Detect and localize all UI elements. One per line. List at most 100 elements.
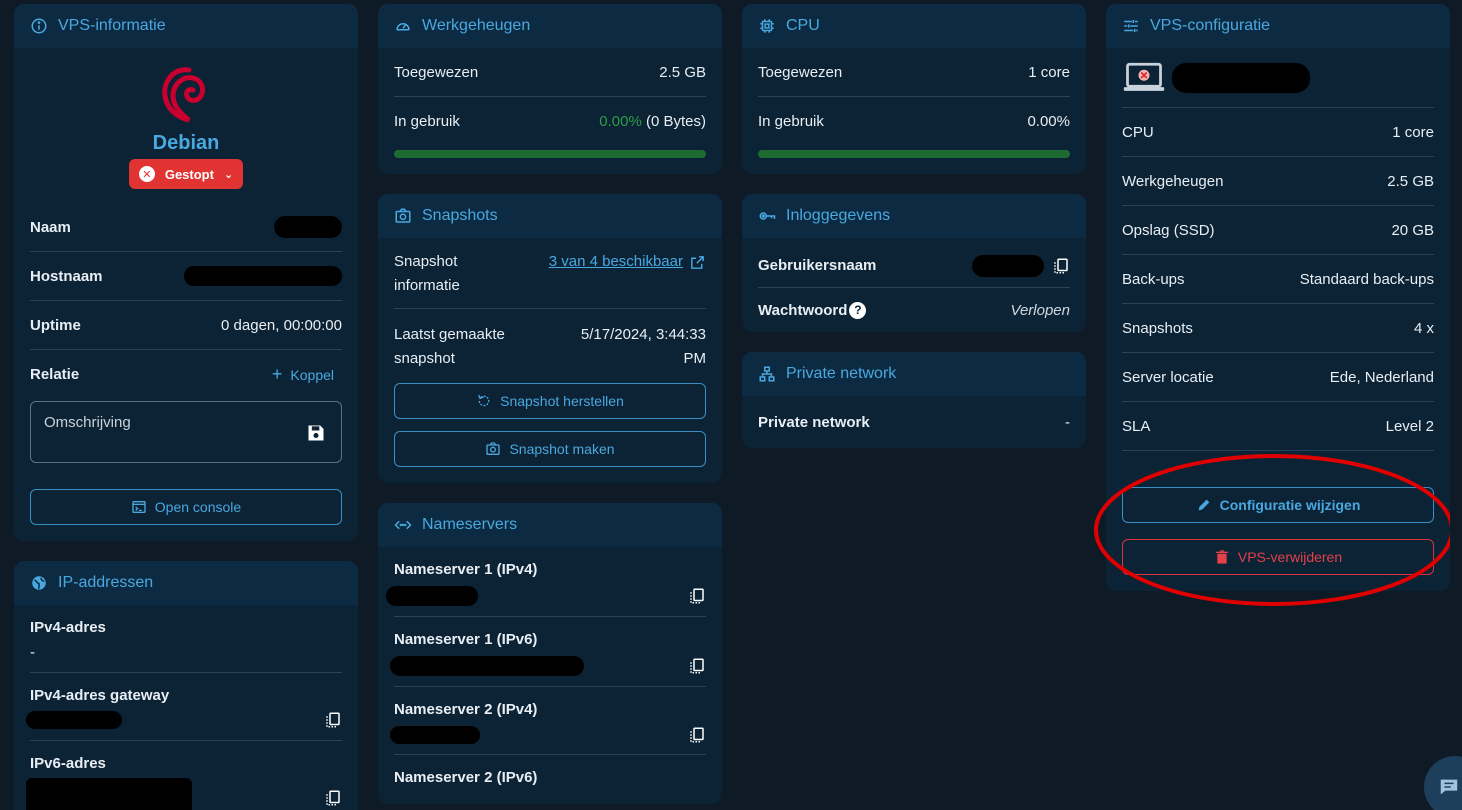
snapshot-make-label: Snapshot maken (509, 441, 615, 457)
memory-assigned-value: 2.5 GB (659, 63, 706, 81)
config-location-label: Server locatie (1122, 368, 1214, 386)
uptime-row: Uptime 0 dagen, 00:00:00 (30, 301, 342, 350)
cpu-title: CPU (786, 17, 820, 34)
config-storage-row: Opslag (SSD) 20 GB (1122, 206, 1434, 255)
ipv4-label: IPv4-adres (30, 619, 106, 636)
nameserver-redacted (390, 726, 480, 744)
memory-assigned-row: Toegewezen 2.5 GB (394, 48, 706, 97)
config-cpu-label: CPU (1122, 123, 1154, 141)
hostname-row: Hostnaam (30, 252, 342, 301)
memory-in-use-pct: 0.00% (599, 113, 642, 130)
snapshot-availability-link[interactable]: 3 van 4 beschikbaar (549, 250, 683, 274)
vps-name-redacted (1172, 62, 1310, 93)
link-relation-button[interactable]: + Koppel (272, 364, 342, 385)
chevron-down-icon: ⌄ (223, 168, 234, 181)
open-console-button[interactable]: Open console (30, 489, 342, 525)
copy-icon[interactable] (688, 587, 706, 605)
copy-icon[interactable] (1052, 257, 1070, 275)
nameserver-redacted (386, 586, 478, 606)
cpu-assigned-label: Toegewezen (758, 63, 843, 81)
config-memory-label: Werkgeheugen (1122, 172, 1224, 190)
ipv4-value: - (30, 643, 35, 661)
cpu-assigned-value: 1 core (1028, 63, 1070, 81)
private-network-header: Private network (742, 352, 1086, 396)
config-header: VPS-configuratie (1106, 4, 1450, 48)
nameserver-label: Nameserver 1 (IPv6) (394, 631, 538, 648)
config-snapshots-value: 4 x (1413, 319, 1434, 337)
config-snapshots-row: Snapshots 4 x (1122, 304, 1434, 353)
hostname-label: Hostnaam (30, 267, 103, 285)
copy-icon[interactable] (688, 657, 706, 675)
annotation-ellipse (1094, 454, 1450, 606)
vps-name-row (1122, 48, 1434, 108)
help-icon[interactable]: ? (849, 301, 867, 319)
nameserver-label: Nameserver 2 (IPv6) (394, 769, 538, 786)
network-icon (759, 366, 775, 382)
gauge-icon (396, 23, 410, 31)
ip-card: IP-addressen IPv4-adres - IPv4-adres gat… (14, 561, 358, 810)
private-network-card: Private network Private network - (742, 352, 1086, 448)
status-dropdown[interactable]: ✕ Gestopt ⌄ (129, 159, 243, 189)
memory-title: Werkgeheugen (422, 17, 531, 34)
login-header: Inloggegevens (742, 194, 1086, 238)
config-backups-value: Standaard back-ups (1299, 270, 1434, 288)
copy-icon[interactable] (324, 789, 342, 807)
config-sla-value: Level 2 (1385, 417, 1434, 435)
nameserver-item: Nameserver 2 (IPv6) (394, 755, 706, 804)
chat-icon (1440, 779, 1458, 795)
hostname-redacted (184, 266, 342, 286)
cpu-assigned-row: Toegewezen 1 core (758, 48, 1070, 97)
config-memory-row: Werkgeheugen 2.5 GB (1122, 157, 1434, 206)
copy-icon[interactable] (688, 726, 706, 744)
snapshot-restore-label: Snapshot herstellen (500, 393, 624, 409)
private-network-label: Private network (758, 413, 870, 431)
password-label: Wachtwoord (758, 301, 848, 319)
nameservers-card: Nameservers Nameserver 1 (IPv4) Nameserv… (378, 503, 722, 804)
login-title: Inloggegevens (786, 207, 891, 224)
cpu-card: CPU Toegewezen 1 core In gebruik 0.00% (742, 4, 1086, 174)
name-redacted (274, 216, 342, 238)
cpu-in-use-row: In gebruik 0.00% (758, 97, 1070, 146)
memory-card: Werkgeheugen Toegewezen 2.5 GB In gebrui… (378, 4, 722, 174)
config-cpu-value: 1 core (1392, 123, 1434, 141)
uptime-label: Uptime (30, 316, 81, 334)
chat-widget-button[interactable] (1424, 756, 1462, 810)
debian-logo (162, 67, 206, 123)
snapshots-header: Snapshots (378, 194, 722, 238)
config-sla-row: SLA Level 2 (1122, 402, 1434, 451)
ip-header: IP-addressen (14, 561, 358, 605)
private-network-value: - (1065, 413, 1070, 431)
snapshot-info-label: Snapshot informatie (394, 253, 460, 294)
username-redacted (972, 254, 1044, 277)
snapshot-restore-button[interactable]: Snapshot herstellen (394, 383, 706, 419)
config-snapshots-label: Snapshots (1122, 319, 1193, 337)
sliders-icon (1124, 20, 1138, 32)
username-row: Gebruikersnaam (758, 238, 1070, 288)
config-storage-value: 20 GB (1391, 221, 1434, 239)
nameserver-item: Nameserver 1 (IPv4) (386, 547, 706, 617)
info-icon (31, 18, 47, 34)
description-placeholder: Omschrijving (44, 414, 131, 431)
snapshot-make-button[interactable]: Snapshot maken (394, 431, 706, 467)
last-snapshot-label: Laatst gemaakte snapshot (394, 326, 505, 367)
console-icon (132, 501, 146, 513)
name-label: Naam (30, 218, 71, 236)
open-console-label: Open console (154, 499, 242, 515)
laptop-stopped-icon (1123, 62, 1165, 91)
snapshots-title: Snapshots (422, 207, 498, 224)
description-field[interactable]: Omschrijving (30, 401, 342, 463)
save-icon[interactable] (306, 423, 326, 443)
camera-icon (395, 208, 411, 223)
snapshots-card: Snapshots Snapshot informatie 3 van 4 be… (378, 194, 722, 483)
copy-icon[interactable] (324, 711, 342, 729)
nameserver-label: Nameserver 2 (IPv4) (394, 701, 538, 718)
camera-icon (486, 442, 501, 455)
os-name: Debian (152, 132, 220, 154)
cpu-in-use-pct: 0.00% (1027, 113, 1070, 130)
config-sla-label: SLA (1122, 417, 1151, 435)
password-row: Wachtwoord ? Verlopen (758, 288, 1070, 332)
external-link-icon[interactable] (689, 254, 706, 271)
config-storage-label: Opslag (SSD) (1122, 221, 1215, 239)
vps-info-card: VPS-informatie Debian ✕ Gestopt ⌄ Naam H… (14, 4, 358, 541)
ipv6-label: IPv6-adres (30, 755, 106, 772)
